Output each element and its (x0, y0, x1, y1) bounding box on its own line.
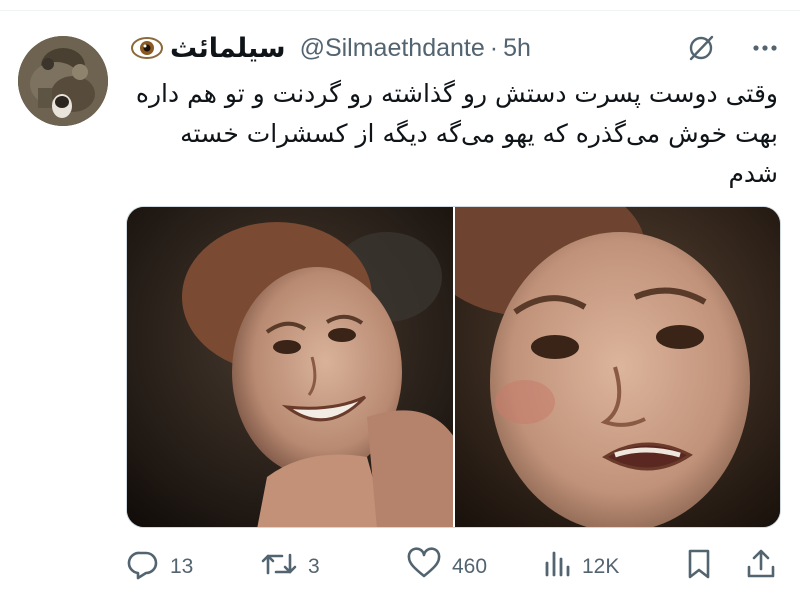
tweet-text: وقتی دوست پسرت دستش رو گذاشته رو گردنت و… (135, 79, 778, 188)
top-divider (0, 10, 800, 11)
avatar[interactable] (18, 36, 108, 126)
views-count: 12K (582, 555, 620, 578)
retweet-count: 3 (308, 555, 320, 578)
more-icon[interactable] (750, 33, 780, 63)
like-count: 460 (452, 555, 488, 578)
heart-icon (406, 547, 442, 587)
eye-emoji-icon (130, 31, 164, 65)
reply-icon (126, 547, 160, 587)
like-button[interactable]: 460 (406, 547, 487, 587)
display-name[interactable]: سیلمائث (170, 33, 286, 64)
user-handle[interactable]: @Silmaethdante (300, 34, 485, 63)
separator-dot: · (489, 33, 499, 62)
views-button[interactable]: 12K (542, 547, 619, 587)
reply-button[interactable]: 13 (126, 547, 193, 587)
tweet-media[interactable] (126, 206, 781, 528)
share-button[interactable] (744, 547, 778, 587)
bookmark-icon (684, 547, 714, 587)
bookmark-button[interactable] (684, 547, 714, 587)
retweet-button[interactable]: 3 (260, 547, 320, 587)
grok-icon[interactable] (686, 33, 716, 63)
media-image-right[interactable] (455, 207, 780, 527)
timestamp[interactable]: 5h (503, 34, 531, 63)
share-icon (744, 547, 778, 587)
author-group[interactable]: سیلمائث @Silmaethdante · 5h (130, 31, 531, 65)
views-icon (542, 547, 572, 587)
media-image-left[interactable] (127, 207, 453, 527)
tweet-header: سیلمائث @Silmaethdante · 5h (130, 30, 780, 66)
retweet-icon (260, 547, 298, 587)
header-actions (686, 30, 780, 66)
reply-count: 13 (170, 555, 194, 578)
action-bar: 13 3 460 12K (126, 545, 781, 589)
avatar-image (18, 36, 108, 126)
